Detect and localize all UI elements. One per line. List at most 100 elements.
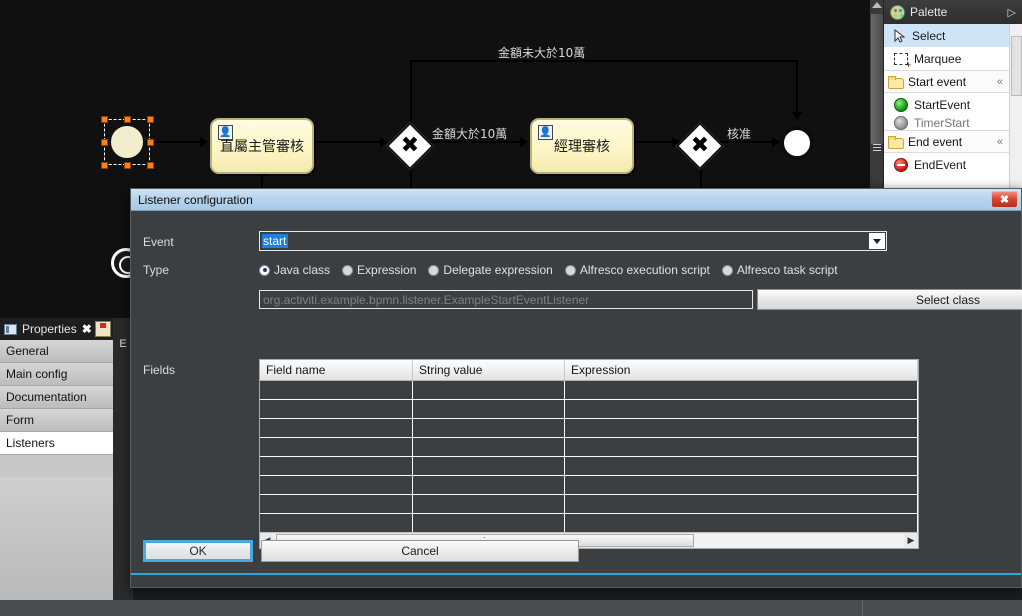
application-window: 金額未大於10萬 金額大於10萬 核准 👤 直屬主管審核 ✖ 👤 經理審核 ✖ … bbox=[0, 0, 1022, 616]
table-row[interactable] bbox=[260, 457, 918, 476]
scrollbar-thumb[interactable] bbox=[871, 14, 883, 144]
flow-top-horizontal bbox=[410, 60, 798, 62]
scrollbar-thumb[interactable] bbox=[1011, 36, 1022, 96]
resize-handle[interactable] bbox=[147, 162, 154, 169]
gateway-x-icon: ✖ bbox=[690, 133, 710, 158]
resize-handle[interactable] bbox=[147, 139, 154, 146]
properties-view: Properties ✖ General Main config Documen… bbox=[0, 318, 113, 600]
palette-tool-marquee[interactable]: Marquee bbox=[884, 47, 1009, 70]
task-label: 經理審核 bbox=[554, 139, 610, 155]
close-icon[interactable]: ✖ bbox=[991, 191, 1018, 208]
event-label: Event bbox=[143, 235, 174, 249]
server-icon[interactable] bbox=[95, 321, 111, 337]
resize-handle[interactable] bbox=[147, 116, 154, 123]
close-icon[interactable]: ✖ bbox=[82, 322, 92, 336]
resize-handle[interactable] bbox=[124, 116, 131, 123]
table-row[interactable] bbox=[260, 476, 918, 495]
palette-item-endevent[interactable]: EndEvent bbox=[884, 153, 1009, 176]
scroll-up-icon[interactable] bbox=[872, 2, 882, 8]
palette-list: Select Marquee Start event « St bbox=[884, 24, 1009, 188]
properties-list-filler bbox=[0, 477, 113, 600]
fields-table-header: Field name String value Expression bbox=[260, 360, 918, 381]
radio-alfresco-execution-script[interactable]: Alfresco execution script bbox=[564, 263, 710, 277]
radio-delegate-expression[interactable]: Delegate expression bbox=[428, 263, 553, 277]
cursor-icon bbox=[894, 28, 906, 43]
properties-icon bbox=[4, 323, 17, 335]
timer-icon bbox=[894, 116, 908, 130]
status-bar-segment bbox=[862, 600, 1022, 616]
palette-item-label: TimerStart bbox=[914, 116, 970, 130]
collapse-icon[interactable]: « bbox=[997, 136, 1003, 148]
class-name-input[interactable]: org.activiti.example.bpmn.listener.Examp… bbox=[259, 290, 753, 309]
table-row[interactable] bbox=[260, 400, 918, 419]
resize-handle[interactable] bbox=[101, 162, 108, 169]
table-row[interactable] bbox=[260, 381, 918, 400]
selection-box bbox=[101, 116, 154, 169]
properties-tab-form[interactable]: Form bbox=[0, 409, 113, 432]
palette-item-timerstart[interactable]: TimerStart bbox=[884, 116, 1009, 130]
editor-vertical-scrollbar[interactable] bbox=[870, 0, 884, 188]
arrowhead bbox=[200, 137, 208, 147]
palette-header[interactable]: Palette ▷ bbox=[884, 0, 1022, 24]
resize-handle[interactable] bbox=[124, 162, 131, 169]
radio-alfresco-task-script[interactable]: Alfresco task script bbox=[721, 263, 838, 277]
palette-item-label: EndEvent bbox=[914, 157, 967, 172]
user-task-node-1[interactable]: 👤 直屬主管審核 bbox=[210, 118, 314, 174]
table-row[interactable] bbox=[260, 419, 918, 438]
properties-tab-main-config[interactable]: Main config bbox=[0, 363, 113, 386]
palette-item-label: StartEvent bbox=[914, 97, 971, 112]
collapse-icon[interactable]: « bbox=[997, 76, 1003, 88]
palette-group-end-event[interactable]: End event « bbox=[884, 130, 1009, 153]
user-task-node-2[interactable]: 👤 經理審核 bbox=[530, 118, 634, 174]
fields-table: Field name String value Expression ◀ bbox=[259, 359, 919, 549]
palette-group-start-event[interactable]: Start event « bbox=[884, 70, 1009, 93]
properties-tab-documentation[interactable]: Documentation bbox=[0, 386, 113, 409]
palette-tool-select[interactable]: Select bbox=[884, 24, 1009, 47]
dialog-accent-line bbox=[131, 573, 1021, 575]
edge-label-gateway1: 金額大於10萬 bbox=[432, 127, 508, 141]
end-event-node[interactable] bbox=[780, 126, 814, 160]
radio-dot-icon bbox=[721, 264, 733, 276]
flow-start-to-task1 bbox=[146, 141, 202, 143]
triangle-right-icon[interactable]: ▶ bbox=[904, 535, 918, 546]
chevron-down-icon[interactable] bbox=[869, 233, 885, 249]
gateway-x-icon: ✖ bbox=[400, 133, 420, 158]
resize-handle[interactable] bbox=[101, 116, 108, 123]
radio-dot-icon bbox=[428, 264, 440, 276]
table-row[interactable] bbox=[260, 438, 918, 457]
column-header-field-name[interactable]: Field name bbox=[260, 360, 413, 380]
table-row[interactable] bbox=[260, 514, 918, 533]
scrollbar-grip-icon bbox=[873, 142, 881, 151]
arrowhead bbox=[520, 137, 528, 147]
radio-label: Alfresco task script bbox=[736, 263, 838, 277]
select-class-button[interactable]: Select class bbox=[757, 289, 1022, 310]
properties-tab-general[interactable]: General bbox=[0, 340, 113, 363]
exclusive-gateway-2[interactable]: ✖ bbox=[675, 121, 725, 171]
palette-vertical-scrollbar[interactable] bbox=[1009, 24, 1022, 188]
column-header-expression[interactable]: Expression bbox=[565, 360, 918, 380]
radio-java-class[interactable]: Java class bbox=[259, 263, 330, 277]
radio-expression[interactable]: Expression bbox=[342, 263, 416, 277]
event-value: start bbox=[262, 234, 289, 248]
chevron-right-icon[interactable]: ▷ bbox=[1008, 6, 1016, 19]
event-combobox[interactable]: start bbox=[259, 231, 887, 251]
cancel-button[interactable]: Cancel bbox=[261, 540, 579, 562]
properties-tab-listeners[interactable]: Listeners bbox=[0, 432, 113, 455]
ok-button[interactable]: OK bbox=[143, 540, 253, 562]
dialog-title-bar[interactable]: Listener configuration ✖ bbox=[131, 189, 1021, 211]
folder-icon bbox=[888, 135, 904, 149]
flow-top-right-leg bbox=[796, 60, 798, 114]
column-header-string-value[interactable]: String value bbox=[413, 360, 565, 380]
class-name-placeholder: org.activiti.example.bpmn.listener.Examp… bbox=[263, 292, 590, 307]
palette-group-label: End event bbox=[908, 134, 963, 149]
palette-item-startevent[interactable]: StartEvent bbox=[884, 93, 1009, 116]
palette-panel: Palette ▷ Select Marquee bbox=[870, 0, 1022, 188]
resize-handle[interactable] bbox=[101, 139, 108, 146]
properties-tab-bar: Properties ✖ bbox=[0, 318, 113, 340]
properties-tab-label[interactable]: Properties bbox=[22, 322, 77, 336]
palette-group-label: Start event bbox=[908, 74, 967, 89]
type-label: Type bbox=[143, 263, 170, 277]
table-row[interactable] bbox=[260, 495, 918, 514]
exclusive-gateway-1[interactable]: ✖ bbox=[385, 121, 435, 171]
radio-dot-icon bbox=[259, 264, 270, 276]
